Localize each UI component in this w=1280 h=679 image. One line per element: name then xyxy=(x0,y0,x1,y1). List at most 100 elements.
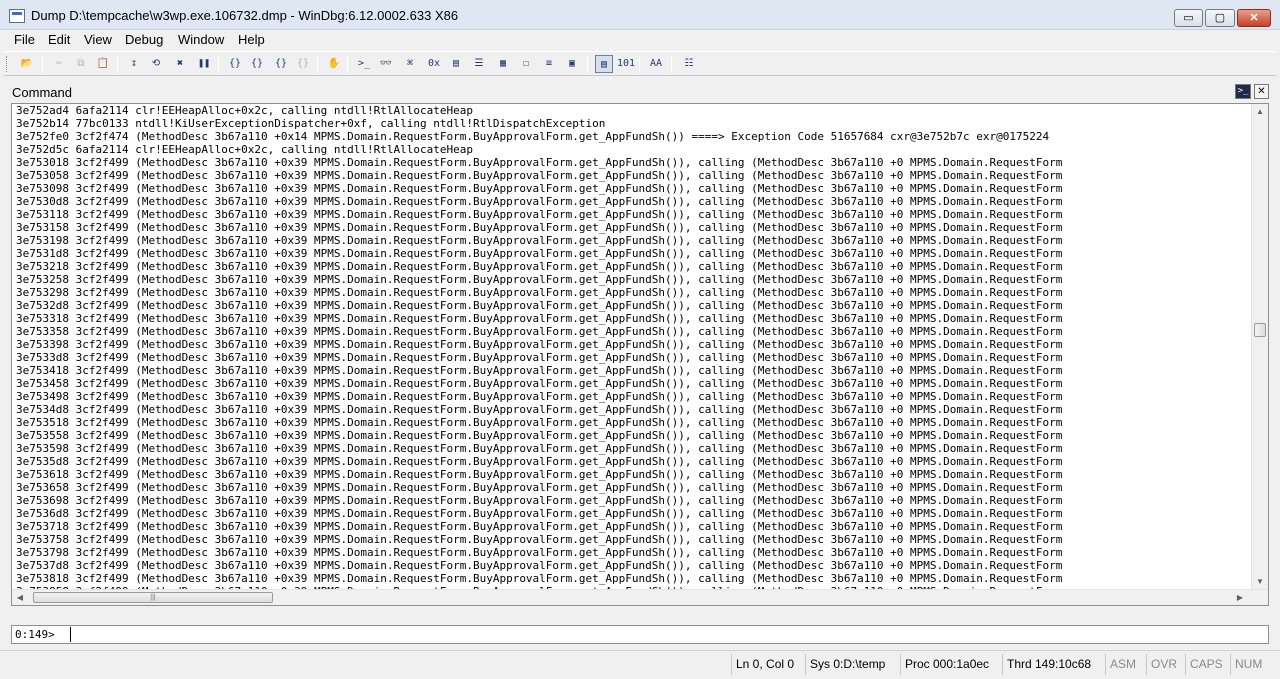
command-input-row: 0:149> xyxy=(11,625,1269,644)
horizontal-scroll-thumb[interactable]: ||| xyxy=(33,592,273,603)
output-line: 3e752d5c 6afa2114 clr!EEHeapAlloc+0x2c, … xyxy=(16,143,473,156)
output-line: 3e752fe0 3cf2f474 (MethodDesc 3b67a110 +… xyxy=(16,130,1050,143)
close-button[interactable]: ✕ xyxy=(1237,9,1271,27)
hex-mode-icon[interactable]: 101 xyxy=(617,55,635,73)
output-line: 3e753118 3cf2f499 (MethodDesc 3b67a110 +… xyxy=(16,208,1063,221)
options-icon[interactable]: ☷ xyxy=(680,55,698,73)
output-line: 3e7534d8 3cf2f499 (MethodDesc 3b67a110 +… xyxy=(16,403,1063,416)
command-window-header: Command >_ ✕ xyxy=(8,83,1269,102)
command-window-title: Command xyxy=(12,85,72,100)
menu-file[interactable]: File xyxy=(14,32,35,47)
command-prompt-icon[interactable]: >_ xyxy=(1235,84,1251,99)
memory-window-icon[interactable]: ▤ xyxy=(447,55,465,73)
output-line: 3e7533d8 3cf2f499 (MethodDesc 3b67a110 +… xyxy=(16,351,1063,364)
output-line: 3e753318 3cf2f499 (MethodDesc 3b67a110 +… xyxy=(16,312,1063,325)
output-line: 3e7530d8 3cf2f499 (MethodDesc 3b67a110 +… xyxy=(16,195,1063,208)
call-stack-window-icon[interactable]: ☰ xyxy=(470,55,488,73)
status-line-col: Ln 0, Col 0 xyxy=(731,654,798,675)
menu-help[interactable]: Help xyxy=(238,32,265,47)
window-title: Dump D:\tempcache\w3wp.exe.106732.dmp - … xyxy=(31,8,459,23)
output-line: 3e753718 3cf2f499 (MethodDesc 3b67a110 +… xyxy=(16,520,1063,533)
cut-icon[interactable]: ✂ xyxy=(50,55,68,73)
scroll-right-icon[interactable]: ▶ xyxy=(1232,590,1248,605)
output-line: 3e753158 3cf2f499 (MethodDesc 3b67a110 +… xyxy=(16,221,1063,234)
vertical-scrollbar[interactable]: ▲ ▼ xyxy=(1251,104,1268,590)
go-icon[interactable]: ↧ xyxy=(125,55,143,73)
menu-bar: File Edit View Debug Window Help xyxy=(0,30,1280,50)
command-output-pane[interactable]: 3e752ad4 6afa2114 clr!EEHeapAlloc+0x2c, … xyxy=(11,103,1269,606)
restart-icon[interactable]: ⟲ xyxy=(147,55,165,73)
output-line: 3e753298 3cf2f499 (MethodDesc 3b67a110 +… xyxy=(16,286,1063,299)
copy-icon[interactable]: ⧉ xyxy=(72,55,90,73)
output-line: 3e753218 3cf2f499 (MethodDesc 3b67a110 +… xyxy=(16,260,1063,273)
menu-view[interactable]: View xyxy=(84,32,112,47)
toolbar: 📂 ✂ ⧉ 📋 ↧ ⟲ ✖ ❚❚{}{}{}{} ✋ >_ 👓 ⌘ 0x ▤ ☰ ▦ ☐ ≡ ▣ ▤ 101 AA ☷ xyxy=(4,51,1276,76)
paste-icon[interactable]: 📋 xyxy=(94,55,112,73)
status-process: Proc 000:1a0ec xyxy=(900,654,993,675)
toolbar-separator xyxy=(347,56,348,73)
command-prompt: 0:149> xyxy=(15,628,62,641)
step-into-icon[interactable]: {} xyxy=(226,55,244,73)
registers-window-icon[interactable]: 0x xyxy=(425,55,443,73)
menu-debug[interactable]: Debug xyxy=(125,32,163,47)
scroll-down-icon[interactable]: ▼ xyxy=(1252,574,1268,590)
title-bar: Dump D:\tempcache\w3wp.exe.106732.dmp - … xyxy=(0,0,1280,30)
vertical-scroll-thumb[interactable] xyxy=(1254,323,1266,337)
toolbar-separator xyxy=(218,56,219,73)
command-window-icon[interactable]: >_ xyxy=(355,55,373,73)
output-line: 3e753418 3cf2f499 (MethodDesc 3b67a110 +… xyxy=(16,364,1063,377)
output-line: 3e753658 3cf2f499 (MethodDesc 3b67a110 +… xyxy=(16,481,1063,494)
step-out-icon[interactable]: {} xyxy=(272,55,290,73)
scratch-pad-icon[interactable]: ☐ xyxy=(517,55,535,73)
toolbar-separator xyxy=(587,56,588,73)
status-asm: ASM xyxy=(1105,654,1140,675)
stop-debugging-icon[interactable]: ✖ xyxy=(171,55,189,73)
toolbar-separator xyxy=(117,56,118,73)
scroll-up-icon[interactable]: ▲ xyxy=(1252,104,1268,120)
output-line: 3e753018 3cf2f499 (MethodDesc 3b67a110 +… xyxy=(16,156,1063,169)
command-input[interactable] xyxy=(70,627,1260,642)
output-line: 3e753498 3cf2f499 (MethodDesc 3b67a110 +… xyxy=(16,390,1063,403)
output-line: 3e753098 3cf2f499 (MethodDesc 3b67a110 +… xyxy=(16,182,1063,195)
output-line: 3e753058 3cf2f499 (MethodDesc 3b67a110 +… xyxy=(16,169,1063,182)
command-output-text[interactable]: 3e752ad4 6afa2114 clr!EEHeapAlloc+0x2c, … xyxy=(16,104,1250,590)
status-thread: Thrd 149:10c68 xyxy=(1002,654,1095,675)
horizontal-scrollbar[interactable]: ◀ ||| ▶ xyxy=(12,589,1268,605)
watch-window-icon[interactable]: 👓 xyxy=(377,55,395,73)
step-over-icon[interactable]: {} xyxy=(248,55,266,73)
break-icon[interactable]: ❚❚ xyxy=(195,55,213,73)
status-bar: Ln 0, Col 0 Sys 0:D:\temp Proc 000:1a0ec Th… xyxy=(0,650,1280,679)
source-mode-icon[interactable]: ▤ xyxy=(595,55,613,73)
status-ovr: OVR xyxy=(1146,654,1181,675)
toolbar-separator xyxy=(639,56,640,73)
output-line: 3e753258 3cf2f499 (MethodDesc 3b67a110 +… xyxy=(16,273,1063,286)
output-line: 3e7531d8 3cf2f499 (MethodDesc 3b67a110 +… xyxy=(16,247,1063,260)
output-line: 3e753698 3cf2f499 (MethodDesc 3b67a110 +… xyxy=(16,494,1063,507)
status-num: NUM xyxy=(1230,654,1266,675)
output-line: 3e753398 3cf2f499 (MethodDesc 3b67a110 +… xyxy=(16,338,1063,351)
output-line: 3e753818 3cf2f499 (MethodDesc 3b67a110 +… xyxy=(16,572,1063,585)
output-line: 3e753598 3cf2f499 (MethodDesc 3b67a110 +… xyxy=(16,442,1063,455)
maximize-button[interactable]: ▢ xyxy=(1205,9,1235,27)
output-line: 3e753758 3cf2f499 (MethodDesc 3b67a110 +… xyxy=(16,533,1063,546)
open-folder-icon[interactable]: 📂 xyxy=(18,55,36,73)
hand-icon[interactable]: ✋ xyxy=(325,55,343,73)
processes-threads-icon[interactable]: ≡ xyxy=(540,55,558,73)
menu-window[interactable]: Window xyxy=(178,32,224,47)
disassembly-window-icon[interactable]: ▦ xyxy=(494,55,512,73)
toolbar-separator xyxy=(317,56,318,73)
output-line: 3e753558 3cf2f499 (MethodDesc 3b67a110 +… xyxy=(16,429,1063,442)
output-line: 3e7535d8 3cf2f499 (MethodDesc 3b67a110 +… xyxy=(16,455,1063,468)
font-icon[interactable]: AA xyxy=(647,55,665,73)
status-system: Sys 0:D:\temp xyxy=(805,654,889,675)
menu-edit[interactable]: Edit xyxy=(48,32,70,47)
command-window-close-button[interactable]: ✕ xyxy=(1254,84,1269,99)
output-line: 3e753198 3cf2f499 (MethodDesc 3b67a110 +… xyxy=(16,234,1063,247)
command-browser-icon[interactable]: ▣ xyxy=(563,55,581,73)
status-caps: CAPS xyxy=(1185,654,1227,675)
run-to-cursor-icon[interactable]: {} xyxy=(294,55,312,73)
toolbar-grip[interactable] xyxy=(6,56,9,72)
scroll-left-icon[interactable]: ◀ xyxy=(12,590,28,605)
minimize-button[interactable]: ▭ xyxy=(1174,9,1203,27)
locals-window-icon[interactable]: ⌘ xyxy=(401,55,419,73)
